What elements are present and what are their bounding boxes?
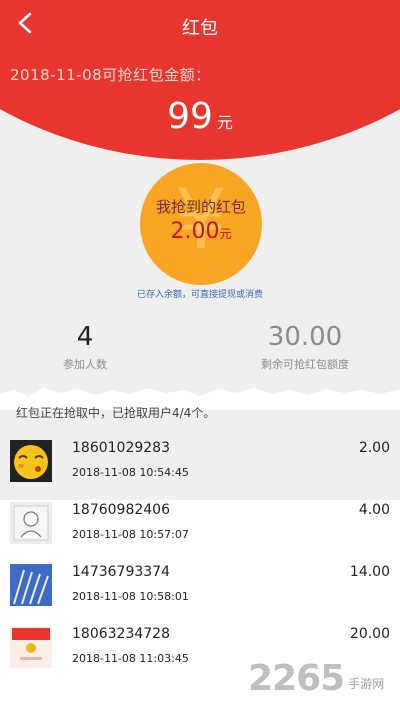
emoji-kiss-avatar (10, 440, 52, 482)
coin-amount-unit: 元 (219, 227, 232, 241)
record-phone: 18760982406 (72, 502, 170, 518)
record-time: 2018-11-08 10:54:45 (72, 466, 189, 479)
list-item[interactable]: 18601029283 2018-11-08 10:54:45 2.00 (0, 430, 400, 492)
record-phone: 14736793374 (72, 564, 170, 580)
my-red-packet-coin: ¥ 我抢到的红包 2.00元 (140, 163, 262, 285)
top-panel: 红包 2018-11-08可抢红包金额： 99 元 ¥ 我抢到的红包 2.00元 … (0, 0, 400, 500)
jets-photo-avatar (10, 564, 52, 606)
record-amount: 2.00 (358, 440, 390, 456)
total-amount: 99 元 (0, 96, 400, 137)
list-item[interactable]: 14736793374 2018-11-08 10:58:01 14.00 (0, 554, 400, 616)
watermark-text: 手游网 (348, 676, 385, 691)
coin-label: 我抢到的红包 (155, 198, 246, 216)
participants-value: 4 (76, 322, 94, 352)
grab-status-text: 红包正在抢取中，已抢取用户4/4个。 (16, 406, 216, 420)
total-amount-unit: 元 (216, 113, 233, 132)
record-phone: 18601029283 (72, 440, 170, 456)
total-amount-value: 99 (167, 96, 213, 137)
remaining-value: 30.00 (267, 322, 343, 352)
record-time: 2018-11-08 10:58:01 (72, 590, 189, 603)
page-title: 红包 (182, 18, 218, 39)
record-amount: 14.00 (349, 564, 390, 580)
record-time: 2018-11-08 11:03:45 (72, 652, 189, 665)
remaining-label: 剩余可抢红包额度 (261, 358, 349, 371)
coin-amount: 2.00元 (140, 219, 262, 244)
record-amount: 20.00 (349, 626, 390, 642)
person-sketch-avatar (10, 502, 52, 544)
header-bar: 红包 (0, 0, 400, 48)
remaining-stat: 30.00 剩余可抢红包额度 (210, 322, 400, 372)
balance-note: 已存入余额，可直接提现或消费 (136, 290, 263, 300)
participants-label: 参加人数 (63, 358, 107, 371)
list-item[interactable]: 18760982406 2018-11-08 10:57:07 4.00 (0, 492, 400, 554)
coin-amount-value: 2.00 (170, 219, 220, 244)
record-time: 2018-11-08 10:57:07 (72, 528, 189, 541)
watermark-logo: 2265 手游网 (248, 657, 385, 699)
record-amount: 4.00 (358, 502, 390, 518)
red-envelope-avatar (10, 626, 52, 668)
participants-stat: 4 参加人数 (0, 322, 170, 372)
watermark-number: 2265 (248, 657, 345, 699)
record-phone: 18063234728 (72, 626, 170, 642)
date-amount-label: 2018-11-08可抢红包金额： (10, 66, 211, 84)
